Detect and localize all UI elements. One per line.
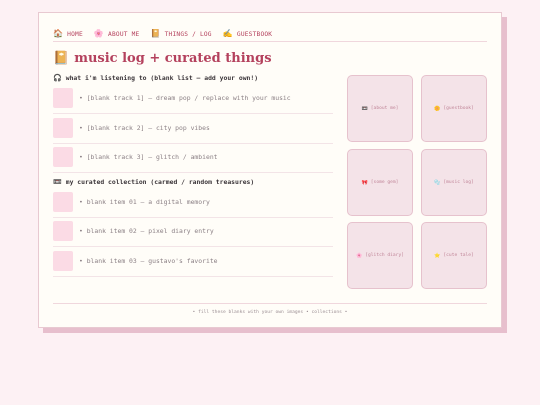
nav-about-label: ABOUT ME [108, 30, 140, 38]
tile-label: [some gem] [370, 180, 399, 185]
thumbnail-placeholder [53, 88, 73, 108]
ribbon-icon: 🎀 [361, 179, 368, 186]
nav-divider [53, 41, 487, 42]
tile-label: [guestbook] [443, 106, 474, 111]
item-label: • blank item 01 — a digital memory [79, 198, 210, 206]
top-nav: 🏠 HOME 🌸 ABOUT ME 📔 THINGS / LOG ✍️ GUES… [53, 26, 487, 42]
footer-divider [53, 303, 487, 304]
headphones-icon: 🎧 [53, 74, 62, 82]
nav-about-me[interactable]: 🌸 ABOUT ME [94, 30, 140, 38]
home-icon: 🏠 [53, 29, 64, 38]
videocassette-icon: 📼 [361, 105, 368, 112]
tile-about-me[interactable]: 📼 [about me] [347, 75, 413, 142]
list-item[interactable]: • [blank track 2] — city pop vibes [53, 116, 333, 144]
nav-things-label: THINGS / LOG [164, 30, 212, 38]
music-heading-text: what i'm listening to (blank list — add … [65, 74, 259, 82]
tile-music-log[interactable]: 🫧 [music log] [421, 149, 487, 216]
nav-home[interactable]: 🏠 HOME [53, 30, 83, 38]
thumbnail-placeholder [53, 192, 73, 212]
list-item[interactable]: • [blank track 3] — glitch / ambient [53, 145, 333, 173]
writing-hand-icon: ✍️ [222, 29, 233, 38]
notebook-icon: 📔 [53, 51, 70, 66]
star-icon: ⭐ [434, 252, 441, 259]
tile-glitch-diary[interactable]: 🌸 [glitch diary] [347, 222, 413, 289]
nav-guestbook[interactable]: ✍️ GUESTBOOK [223, 30, 273, 38]
track-label: • [blank track 2] — city pop vibes [79, 124, 210, 132]
main-card: 🏠 HOME 🌸 ABOUT ME 📔 THINGS / LOG ✍️ GUES… [38, 12, 502, 328]
footer-note: • fill these blanks with your own images… [192, 310, 348, 315]
tile-some-gem[interactable]: 🎀 [some gem] [347, 149, 413, 216]
collection-heading: 📼 my curated collection (carmed / random… [53, 178, 254, 186]
list-item[interactable]: • blank item 03 — gustavo's favorite [53, 249, 333, 277]
thumbnail-placeholder [53, 221, 73, 241]
collection-heading-text: my curated collection (carmed / random t… [65, 178, 255, 186]
flower-icon: 🌸 [93, 29, 105, 38]
nav-things-log[interactable]: 📔 THINGS / LOG [150, 30, 211, 38]
tile-guestbook[interactable]: 🌼 [guestbook] [421, 75, 487, 142]
blossom-icon: 🌼 [434, 105, 441, 112]
tile-label: [glitch diary] [365, 253, 404, 258]
list-item[interactable]: • [blank track 1] — dream pop / replace … [53, 86, 333, 114]
tile-label: [about me] [370, 106, 399, 111]
list-item[interactable]: • blank item 02 — pixel diary entry [53, 219, 333, 247]
thumbnail-placeholder [53, 251, 73, 271]
page-title: 📔 music log + curated things [53, 51, 272, 66]
thumbnail-placeholder [53, 147, 73, 167]
flower-icon: 🌸 [356, 252, 363, 259]
notebook-icon: 📔 [150, 29, 161, 38]
bubbles-icon: 🫧 [434, 179, 441, 186]
page-title-text: music log + curated things [74, 51, 272, 66]
videocassette-icon: 📼 [53, 178, 62, 186]
nav-guestbook-label: GUESTBOOK [236, 30, 273, 38]
tile-cute-tale[interactable]: ⭐ [cute tale] [421, 222, 487, 289]
thumbnail-placeholder [53, 118, 73, 138]
tile-label: [music log] [443, 180, 474, 185]
track-label: • [blank track 1] — dream pop / replace … [79, 94, 291, 102]
nav-home-label: HOME [67, 30, 83, 38]
item-label: • blank item 02 — pixel diary entry [79, 227, 214, 235]
tile-label: [cute tale] [443, 253, 474, 258]
item-label: • blank item 03 — gustavo's favorite [79, 257, 218, 265]
track-label: • [blank track 3] — glitch / ambient [79, 153, 218, 161]
list-item[interactable]: • blank item 01 — a digital memory [53, 190, 333, 218]
music-heading: 🎧 what i'm listening to (blank list — ad… [53, 74, 258, 82]
